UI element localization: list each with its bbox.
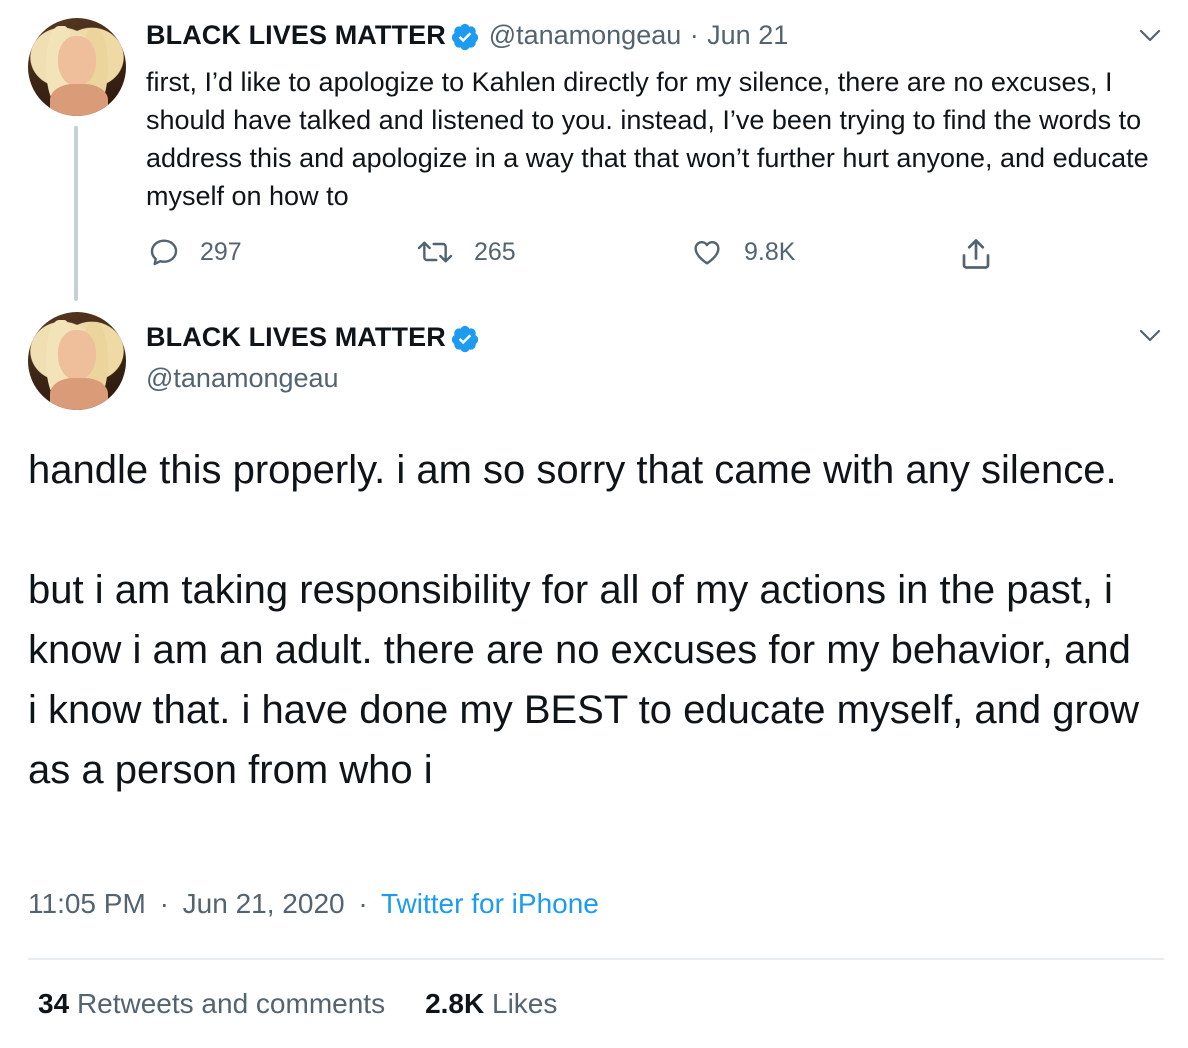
reply-count: 297 [200, 237, 242, 266]
chevron-down-icon[interactable] [1138, 328, 1162, 349]
handle[interactable]: @tanamongeau [489, 20, 682, 50]
avatar-body [50, 378, 108, 410]
verified-badge-icon [450, 22, 480, 57]
retweets-stat[interactable]: 34 Retweets and comments [38, 988, 385, 1020]
tweet-text: first, I’d like to apologize to Kahlen d… [146, 67, 1149, 211]
avatar[interactable] [28, 312, 126, 410]
display-name[interactable]: BLACK LIVES MATTER [146, 322, 446, 352]
retweet-icon [417, 241, 453, 263]
like-button[interactable]: 9.8K [690, 236, 795, 268]
separator-dot: · [689, 20, 699, 50]
retweets-count: 34 [38, 988, 70, 1019]
retweet-button[interactable]: 265 [416, 236, 516, 268]
tweet1-header: BLACK LIVES MATTER @tanamongeau · Jun 21 [146, 20, 788, 57]
avatar-face [58, 330, 96, 380]
likes-count: 2.8K [425, 988, 485, 1019]
like-count: 9.8K [744, 237, 796, 266]
handle[interactable]: @tanamongeau [146, 363, 339, 394]
likes-label: Likes [492, 988, 558, 1019]
thread-connector-line [74, 126, 78, 301]
avatar-body [50, 84, 108, 116]
tweet-time[interactable]: 11:05 PM [28, 888, 146, 919]
tweet2-header: BLACK LIVES MATTER [146, 322, 480, 359]
divider [28, 958, 1164, 960]
avatar[interactable] [28, 18, 126, 116]
share-button[interactable] [958, 236, 994, 272]
chevron-down-icon[interactable] [1138, 28, 1162, 49]
like-icon [694, 240, 720, 265]
tweet-source-link[interactable]: Twitter for iPhone [381, 888, 599, 919]
separator-dot: · [358, 888, 368, 919]
tweet-date[interactable]: Jun 21 [707, 20, 788, 50]
retweets-label: Retweets and comments [76, 988, 386, 1019]
tweet-date[interactable]: Jun 21, 2020 [183, 888, 345, 919]
retweet-count: 265 [474, 237, 516, 266]
tweet-text: handle this properly. i am so sorry that… [28, 448, 1139, 792]
engagement-stats: 34 Retweets and comments 2.8K Likes [38, 988, 557, 1020]
reply-button[interactable]: 297 [148, 236, 242, 268]
avatar-face [58, 36, 96, 86]
display-name[interactable]: BLACK LIVES MATTER [146, 20, 446, 50]
reply-icon [150, 239, 178, 266]
tweet-meta: 11:05 PM · Jun 21, 2020 · Twitter for iP… [28, 888, 599, 920]
share-icon [962, 239, 990, 269]
likes-stat[interactable]: 2.8K Likes [425, 988, 557, 1020]
separator-dot: · [159, 888, 169, 919]
verified-badge-icon [450, 324, 480, 359]
